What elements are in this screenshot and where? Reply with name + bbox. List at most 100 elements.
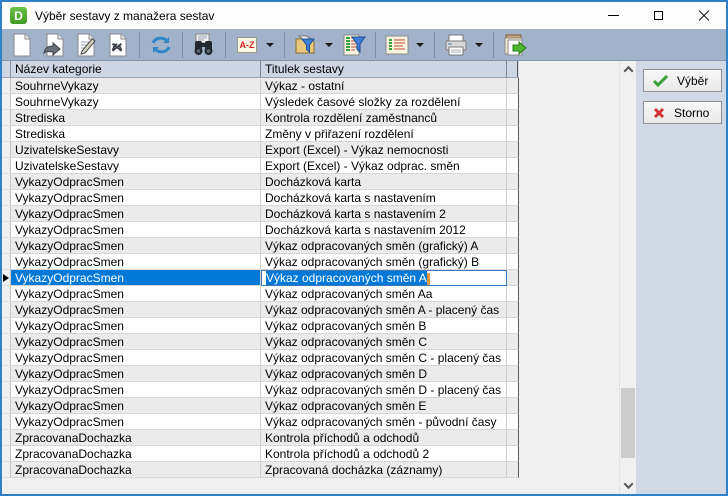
table-row[interactable]: VykazyOdpracSmenVýkaz odpracovaných směn… bbox=[2, 238, 519, 254]
filter-dropdown-button[interactable] bbox=[322, 31, 336, 59]
category-cell[interactable]: SouhrneVykazy bbox=[11, 94, 261, 110]
table-row[interactable]: VykazyOdpracSmenVýkaz odpracovaných směn… bbox=[2, 254, 519, 270]
find-button[interactable] bbox=[189, 31, 219, 59]
title-cell[interactable]: Výkaz odpracovaných směn D - placený čas bbox=[261, 382, 507, 398]
title-cell[interactable]: Docházková karta s nastavením 2 bbox=[261, 206, 507, 222]
table-row[interactable]: SouhrneVykazyVýsledek časové složky za r… bbox=[2, 94, 519, 110]
title-cell[interactable]: Změny v přiřazení rozdělení bbox=[261, 126, 507, 142]
category-cell[interactable]: SouhrneVykazy bbox=[11, 78, 261, 94]
columns-button[interactable] bbox=[382, 31, 412, 59]
title-cell[interactable]: Výkaz odpracovaných směn C - placený čas bbox=[261, 350, 507, 366]
table-row[interactable]: UzivatelskeSestavyExport (Excel) - Výkaz… bbox=[2, 142, 519, 158]
category-cell[interactable]: UzivatelskeSestavy bbox=[11, 142, 261, 158]
columns-dropdown-button[interactable] bbox=[413, 31, 427, 59]
category-cell[interactable]: VykazyOdpracSmen bbox=[11, 350, 261, 366]
title-cell[interactable]: Zpracovaná docházka (záznamy) bbox=[261, 462, 507, 478]
title-cell[interactable]: Výkaz odpracovaných směn - původní časy bbox=[261, 414, 507, 430]
sort-button[interactable]: A-Z bbox=[232, 31, 262, 59]
table-row[interactable]: VykazyOdpracSmenDocházková karta s nasta… bbox=[2, 190, 519, 206]
print-button[interactable] bbox=[441, 31, 471, 59]
title-cell[interactable]: Výsledek časové složky za rozdělení bbox=[261, 94, 507, 110]
title-cell[interactable]: Docházková karta s nastavením 2012 bbox=[261, 222, 507, 238]
title-cell[interactable]: Kontrola příchodů a odchodů 2 bbox=[261, 446, 507, 462]
vertical-scrollbar[interactable] bbox=[619, 61, 636, 494]
category-cell[interactable]: VykazyOdpracSmen bbox=[11, 398, 261, 414]
table-row[interactable]: VykazyOdpracSmenVýkaz odpracovaných směn… bbox=[2, 286, 519, 302]
category-cell[interactable]: VykazyOdpracSmen bbox=[11, 270, 261, 286]
edit-report-button[interactable] bbox=[71, 31, 101, 59]
column-header-title[interactable]: Titulek sestavy bbox=[261, 61, 507, 77]
category-cell[interactable]: VykazyOdpracSmen bbox=[11, 286, 261, 302]
table-row[interactable]: SouhrneVykazyVýkaz - ostatní bbox=[2, 78, 519, 94]
table-row[interactable]: ZpracovanaDochazkaKontrola příchodů a od… bbox=[2, 446, 519, 462]
table-row[interactable]: VykazyOdpracSmenVýkaz odpracovaných směn… bbox=[2, 318, 519, 334]
category-cell[interactable]: VykazyOdpracSmen bbox=[11, 382, 261, 398]
title-cell[interactable]: Výkaz odpracovaných směn D bbox=[261, 366, 507, 382]
column-header-category[interactable]: Název kategorie bbox=[11, 61, 261, 77]
scroll-down-button[interactable] bbox=[620, 477, 636, 494]
category-cell[interactable]: ZpracovanaDochazka bbox=[11, 446, 261, 462]
delete-report-button[interactable] bbox=[103, 31, 133, 59]
table-row[interactable]: VykazyOdpracSmenDocházková karta bbox=[2, 174, 519, 190]
table-row[interactable]: VykazyOdpracSmenVýkaz odpracovaných směn… bbox=[2, 414, 519, 430]
title-cell[interactable]: Export (Excel) - Výkaz nemocnosti bbox=[261, 142, 507, 158]
table-row[interactable]: StrediskaZměny v přiřazení rozdělení bbox=[2, 126, 519, 142]
copy-report-button[interactable] bbox=[39, 31, 69, 59]
title-cell[interactable]: Výkaz odpracovaných směn A - placený čas bbox=[261, 302, 507, 318]
title-cell[interactable]: Výkaz odpracovaných směn E bbox=[261, 398, 507, 414]
title-cell[interactable]: Docházková karta bbox=[261, 174, 507, 190]
title-cell[interactable]: Výkaz odpracovaných směn Aa bbox=[261, 286, 507, 302]
filter-list-button[interactable] bbox=[339, 31, 369, 59]
scrollbar-thumb[interactable] bbox=[621, 388, 635, 458]
category-cell[interactable]: Strediska bbox=[11, 126, 261, 142]
table-row[interactable]: VykazyOdpracSmenVýkaz odpracovaných směn… bbox=[2, 398, 519, 414]
scroll-up-button[interactable] bbox=[620, 61, 636, 78]
sort-dropdown-button[interactable] bbox=[263, 31, 277, 59]
filter-button[interactable] bbox=[291, 31, 321, 59]
maximize-button[interactable] bbox=[636, 2, 681, 29]
table-row[interactable]: ZpracovanaDochazkaZpracovaná docházka (z… bbox=[2, 462, 519, 478]
table-row[interactable]: VykazyOdpracSmenVýkaz odpracovaných směn… bbox=[2, 366, 519, 382]
category-cell[interactable]: VykazyOdpracSmen bbox=[11, 174, 261, 190]
table-row[interactable]: VykazyOdpracSmenVýkaz odpracovaných směn… bbox=[2, 350, 519, 366]
title-cell[interactable]: Výkaz odpracovaných směn B bbox=[261, 318, 507, 334]
category-cell[interactable]: VykazyOdpracSmen bbox=[11, 238, 261, 254]
category-cell[interactable]: ZpracovanaDochazka bbox=[11, 462, 261, 478]
title-cell[interactable]: Výkaz - ostatní bbox=[261, 78, 507, 94]
category-cell[interactable]: ZpracovanaDochazka bbox=[11, 430, 261, 446]
select-button[interactable]: Výběr bbox=[643, 69, 722, 92]
category-cell[interactable]: VykazyOdpracSmen bbox=[11, 206, 261, 222]
category-cell[interactable]: UzivatelskeSestavy bbox=[11, 158, 261, 174]
close-button[interactable] bbox=[681, 2, 726, 29]
category-cell[interactable]: VykazyOdpracSmen bbox=[11, 334, 261, 350]
table-row[interactable]: VykazyOdpracSmenVýkaz odpracovaných směn… bbox=[2, 302, 519, 318]
table-row[interactable]: StrediskaKontrola rozdělení zaměstnanců bbox=[2, 110, 519, 126]
title-cell[interactable]: Výkaz odpracovaných směn A bbox=[261, 270, 507, 286]
title-cell[interactable]: Kontrola příchodů a odchodů bbox=[261, 430, 507, 446]
category-cell[interactable]: VykazyOdpracSmen bbox=[11, 366, 261, 382]
scrollbar-track[interactable] bbox=[620, 78, 636, 477]
table-row[interactable]: VykazyOdpracSmenVýkaz odpracovaných směn… bbox=[2, 382, 519, 398]
category-cell[interactable]: VykazyOdpracSmen bbox=[11, 222, 261, 238]
table-row[interactable]: VykazyOdpracSmenVýkaz odpracovaných směn… bbox=[2, 334, 519, 350]
title-cell[interactable]: Výkaz odpracovaných směn (grafický) A bbox=[261, 238, 507, 254]
refresh-button[interactable] bbox=[146, 31, 176, 59]
title-cell[interactable]: Kontrola rozdělení zaměstnanců bbox=[261, 110, 507, 126]
table-row[interactable]: VykazyOdpracSmenVýkaz odpracovaných směn… bbox=[2, 270, 519, 286]
cancel-button[interactable]: Storno bbox=[643, 101, 722, 124]
table-row[interactable]: VykazyOdpracSmenDocházková karta s nasta… bbox=[2, 206, 519, 222]
table-row[interactable]: VykazyOdpracSmenDocházková karta s nasta… bbox=[2, 222, 519, 238]
export-button[interactable] bbox=[500, 31, 530, 59]
category-cell[interactable]: VykazyOdpracSmen bbox=[11, 302, 261, 318]
title-cell[interactable]: Export (Excel) - Výkaz odprac. směn bbox=[261, 158, 507, 174]
new-report-button[interactable] bbox=[7, 31, 37, 59]
table-row[interactable]: ZpracovanaDochazkaKontrola příchodů a od… bbox=[2, 430, 519, 446]
category-cell[interactable]: VykazyOdpracSmen bbox=[11, 254, 261, 270]
title-cell[interactable]: Docházková karta s nastavením bbox=[261, 190, 507, 206]
table-row[interactable]: UzivatelskeSestavyExport (Excel) - Výkaz… bbox=[2, 158, 519, 174]
category-cell[interactable]: VykazyOdpracSmen bbox=[11, 190, 261, 206]
title-cell[interactable]: Výkaz odpracovaných směn C bbox=[261, 334, 507, 350]
category-cell[interactable]: Strediska bbox=[11, 110, 261, 126]
print-dropdown-button[interactable] bbox=[472, 31, 486, 59]
minimize-button[interactable] bbox=[591, 2, 636, 29]
